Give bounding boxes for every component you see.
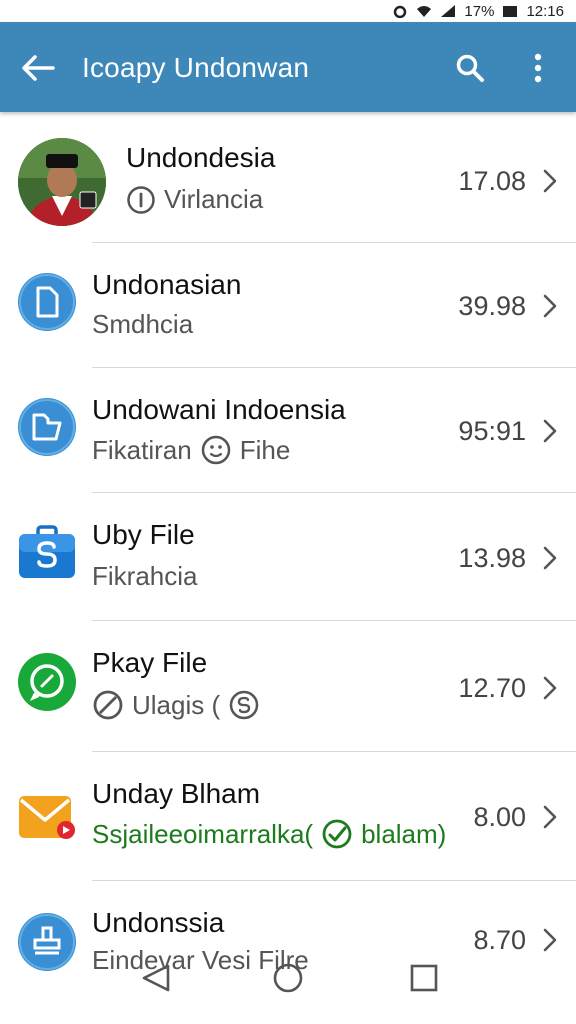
row-value: 8.00 — [473, 802, 526, 832]
list-item[interactable]: Unday Blham Ssjaileeoimarralka( blalam) … — [0, 752, 576, 880]
row-title: Undonasian — [92, 269, 242, 300]
circle-home-icon — [273, 963, 303, 993]
chevron-right-icon — [543, 169, 557, 193]
square-recents-icon — [410, 964, 438, 992]
row-value: 95:91 — [458, 416, 526, 446]
clock: 12:16 — [526, 2, 564, 20]
check-circle-icon — [322, 819, 352, 849]
nav-recents-button[interactable] — [404, 958, 444, 998]
more-vertical-icon — [534, 53, 542, 83]
battery-icon — [503, 6, 518, 17]
status-bar: 17% 12:16 — [0, 0, 576, 22]
row-title: Pkay File — [92, 647, 208, 678]
chat-app-icon — [18, 653, 76, 711]
back-arrow-icon — [22, 55, 55, 81]
row-subtitle: Virlancia — [126, 184, 263, 215]
row-subtitle: Ulagis ( — [92, 689, 260, 721]
wifi-icon — [417, 6, 432, 17]
search-icon — [456, 54, 484, 82]
folder-app-icon — [18, 398, 76, 456]
row-subtitle: Fikrahcia — [92, 561, 197, 592]
chevron-right-icon — [543, 294, 557, 318]
list-item[interactable]: Pkay File Ulagis ( 12.70 — [0, 621, 576, 751]
row-value: 39.98 — [458, 291, 526, 321]
system-nav-bar — [0, 950, 576, 1010]
document-app-icon — [18, 273, 76, 331]
row-subtitle-text: Ssjaileeoimarralka( — [92, 818, 314, 849]
chevron-right-icon — [543, 676, 557, 700]
row-value: 12.70 — [458, 673, 526, 703]
mail-app-icon — [19, 796, 75, 839]
nav-back-button[interactable] — [136, 958, 176, 998]
app-bar: Icoapy Undonwan — [0, 22, 576, 112]
briefcase-app-icon — [19, 525, 75, 578]
back-button[interactable] — [18, 48, 58, 88]
row-subtitle: Fikatiran Fihe — [92, 434, 290, 466]
row-title: Undonssia — [92, 907, 225, 938]
list-item[interactable]: Undowani Indoensia Fikatiran Fihe 95:91 — [0, 368, 576, 492]
list-item[interactable]: Undonasian Smdhcia 39.98 — [0, 243, 576, 367]
battery-percent: 17% — [464, 2, 495, 20]
avatar — [18, 138, 106, 226]
row-value: 13.98 — [458, 543, 526, 573]
row-title: Undowani Indoensia — [92, 394, 346, 425]
info-icon — [127, 185, 155, 214]
row-subtitle: Smdhcia — [92, 309, 193, 340]
dollar-icon — [229, 690, 259, 720]
person-photo-icon — [18, 138, 106, 226]
row-subtitle-text: Fikrahcia — [92, 561, 198, 591]
row-title: Uby File — [92, 519, 195, 550]
row-title: Unday Blham — [92, 778, 261, 809]
signal-icon — [441, 5, 456, 17]
chevron-right-icon — [543, 419, 557, 443]
row-subtitle-text: Smdhcia — [92, 309, 194, 339]
block-icon — [93, 690, 123, 720]
row-title: Undondesia — [126, 142, 276, 173]
list-item[interactable]: Uby File Fikrahcia 13.98 — [0, 493, 576, 620]
row-subtitle-extra: blalam) — [361, 818, 447, 849]
row-subtitle-text: Fikatiran — [92, 434, 192, 465]
row-subtitle-extra: Fihe — [239, 434, 291, 465]
row-value: 17.08 — [458, 166, 526, 196]
row-subtitle: Ssjaileeoimarralka( blalam) — [92, 818, 446, 850]
page-title: Icoapy Undonwan — [82, 52, 310, 83]
row-subtitle-text: Virlancia — [164, 184, 264, 214]
nav-home-button[interactable] — [268, 958, 308, 998]
triangle-back-icon — [142, 964, 170, 992]
overflow-menu-button[interactable] — [520, 48, 556, 88]
chevron-right-icon — [543, 805, 557, 829]
list-item[interactable]: Undondesia Virlancia 17.08 — [0, 116, 576, 242]
row-subtitle-text: Ulagis ( — [132, 689, 221, 720]
status-icons: 17% 12:16 — [392, 0, 564, 22]
smiley-icon — [201, 435, 230, 465]
chevron-right-icon — [543, 546, 557, 570]
alarm-icon — [394, 5, 407, 18]
search-button[interactable] — [450, 48, 490, 88]
